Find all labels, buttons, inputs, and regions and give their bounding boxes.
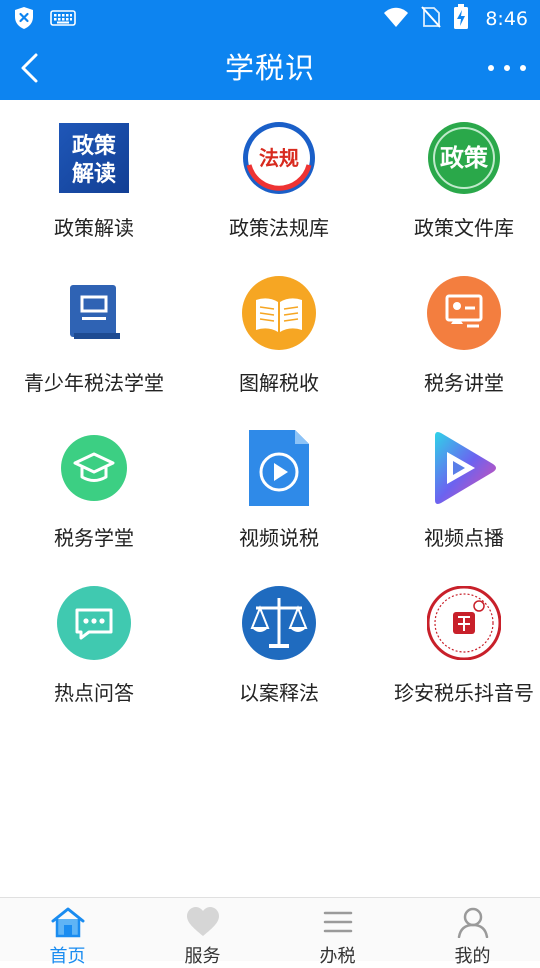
nav-item-services[interactable]: 服务	[135, 898, 270, 967]
nav-item-home[interactable]: 首页	[0, 898, 135, 967]
status-bar: 8:46	[0, 0, 540, 36]
battery-charging-icon	[453, 4, 469, 34]
svg-text:政策: 政策	[440, 144, 489, 172]
grid-item-label: 政策法规库	[229, 216, 329, 240]
grid-item-label: 热点问答	[54, 681, 134, 705]
play-triangle-icon	[426, 430, 502, 506]
grid-item-label: 珍安税乐抖音号	[394, 681, 534, 705]
dot-icon	[488, 65, 494, 71]
grid-item-case-law-explanation[interactable]: 以案释法	[189, 565, 369, 720]
nav-label: 办税	[319, 946, 356, 967]
grid-item-label: 视频说税	[239, 526, 319, 550]
nav-label: 服务	[184, 946, 221, 967]
grid-item-zhenan-douyin-account[interactable]: 珍安税乐抖音号	[374, 565, 540, 720]
grid-item-illustrated-taxation[interactable]: 图解税收	[189, 255, 369, 410]
more-options-button[interactable]	[488, 58, 526, 78]
grid-item-label: 税务学堂	[54, 526, 134, 550]
grid-item-policy-documents-library[interactable]: 政策 政策文件库	[374, 100, 540, 255]
grid-item-label: 政策文件库	[414, 216, 514, 240]
heart-icon	[186, 907, 219, 936]
chat-bubble-icon	[56, 585, 132, 661]
no-sim-icon	[421, 5, 442, 33]
grid-item-policy-interpretation[interactable]: 政策 解读 政策解读	[4, 100, 184, 255]
policy-interpretation-icon: 政策 解读	[56, 120, 132, 196]
page-title: 学税识	[224, 51, 315, 85]
grid-item-tax-school[interactable]: 税务学堂	[4, 410, 184, 565]
user-icon	[457, 907, 488, 938]
book-icon	[56, 275, 132, 351]
status-time: 8:46	[485, 8, 528, 30]
policy-documents-badge-icon: 政策	[426, 120, 502, 196]
video-file-icon	[241, 430, 317, 506]
grid-item-video-on-demand[interactable]: 视频点播	[374, 410, 540, 565]
graduation-cap-icon	[56, 430, 132, 506]
grid-item-label: 青少年税法学堂	[24, 371, 164, 395]
home-icon	[51, 907, 84, 938]
grid-item-youth-tax-law-school[interactable]: 青少年税法学堂	[4, 255, 184, 410]
feature-grid: 政策 解读 政策解读 法规 政策法规库 政策 政策文件库 青少年税法学堂 图解税…	[0, 100, 540, 720]
grid-item-label: 政策解读	[54, 216, 134, 240]
svg-text:法规: 法规	[259, 146, 299, 170]
dot-icon	[520, 65, 526, 71]
menu-lines-icon	[323, 911, 352, 933]
open-book-icon	[241, 275, 317, 351]
nav-item-tax-handling[interactable]: 办税	[270, 898, 405, 967]
lecture-presentation-icon	[426, 275, 502, 351]
grid-item-policy-regulations-library[interactable]: 法规 政策法规库	[189, 100, 369, 255]
justice-scale-icon	[241, 585, 317, 661]
grid-item-hot-qa[interactable]: 热点问答	[4, 565, 184, 720]
nav-item-mine[interactable]: 我的	[405, 898, 540, 967]
nav-label: 我的	[454, 946, 491, 967]
bottom-navigation: 首页 服务 办税 我的	[0, 897, 540, 967]
grid-item-video-tax-talk[interactable]: 视频说税	[189, 410, 369, 565]
shield-icon	[14, 6, 34, 34]
grid-item-label: 税务讲堂	[424, 371, 504, 395]
grid-item-label: 以案释法	[239, 681, 319, 705]
grid-item-tax-lecture-hall[interactable]: 税务讲堂	[374, 255, 540, 410]
regulations-badge-icon: 法规	[241, 120, 317, 196]
seal-emblem-icon	[426, 585, 502, 661]
grid-item-label: 图解税收	[239, 371, 319, 395]
grid-item-label: 视频点播	[424, 526, 504, 550]
svg-text:解读: 解读	[72, 161, 116, 187]
app-header: 学税识	[0, 36, 540, 100]
wifi-icon	[383, 6, 409, 32]
keyboard-icon	[50, 9, 76, 31]
svg-text:政策: 政策	[72, 133, 117, 159]
nav-label: 首页	[49, 946, 86, 967]
dot-icon	[504, 65, 510, 71]
